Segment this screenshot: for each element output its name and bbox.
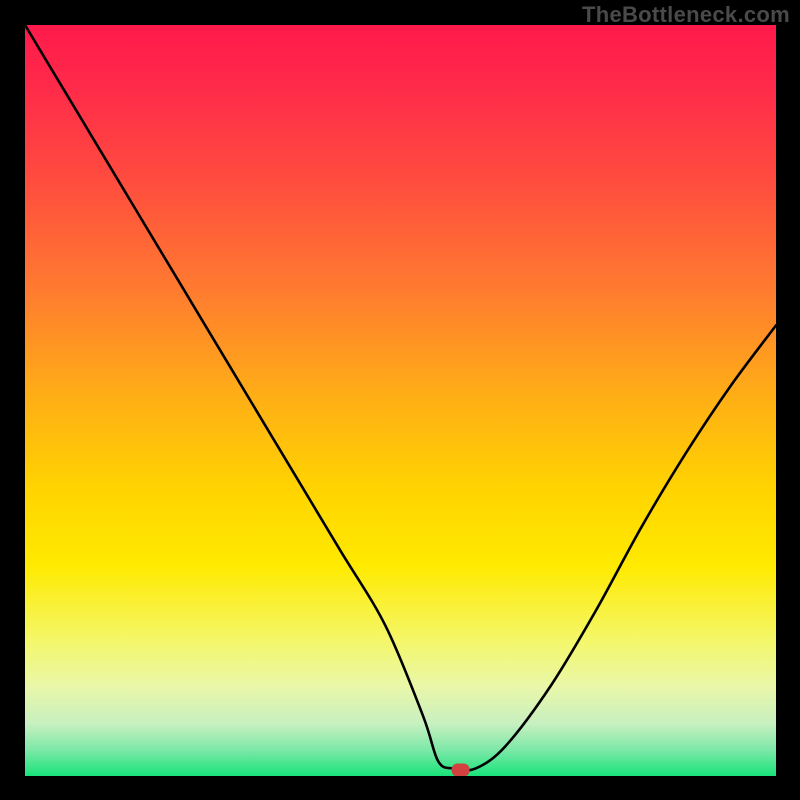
plot-area xyxy=(25,25,776,776)
plot-svg xyxy=(25,25,776,776)
optimal-marker xyxy=(452,763,470,776)
watermark-text: TheBottleneck.com xyxy=(582,2,790,28)
gradient-background xyxy=(25,25,776,776)
chart-frame: TheBottleneck.com xyxy=(0,0,800,800)
